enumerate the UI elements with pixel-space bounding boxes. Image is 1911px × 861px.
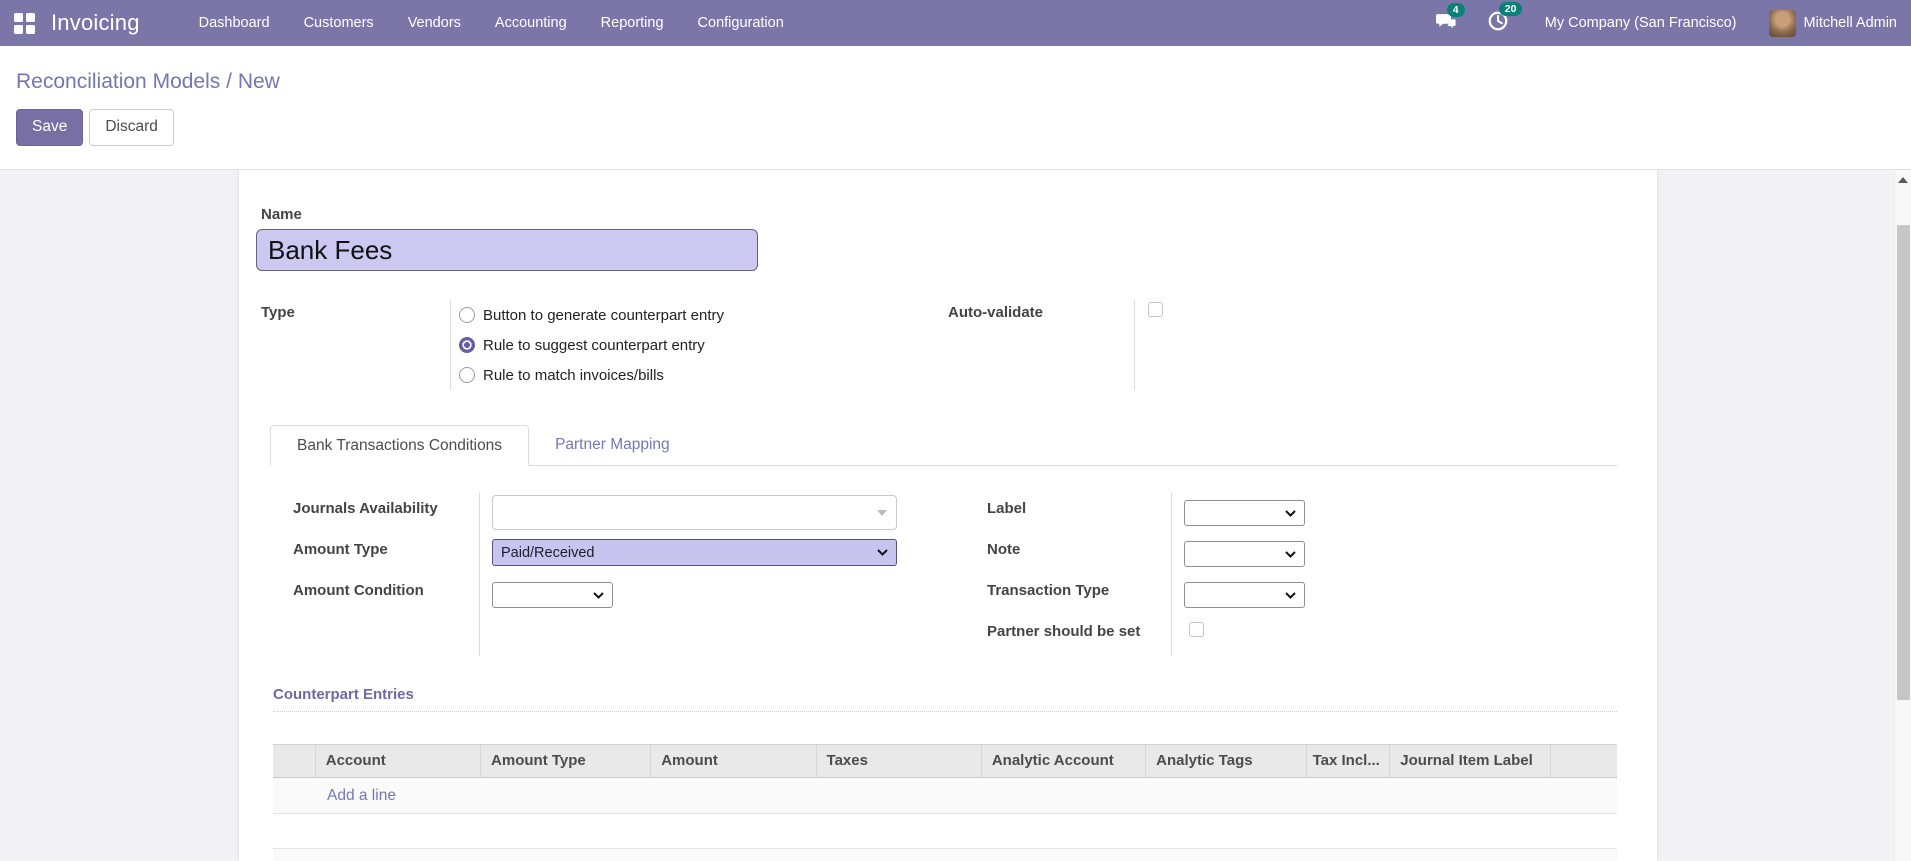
chevron-down-icon	[877, 549, 888, 556]
journals-availability-label: Journals Availability	[293, 500, 438, 517]
name-field-label: Name	[261, 206, 302, 223]
tab-partner-mapping[interactable]: Partner Mapping	[529, 425, 696, 465]
activities-badge: 20	[1498, 1, 1523, 16]
column-account[interactable]: Account	[316, 745, 482, 777]
label-select[interactable]	[1184, 500, 1305, 526]
partner-should-be-set-checkbox[interactable]	[1189, 622, 1204, 637]
dropdown-caret-icon	[877, 510, 887, 516]
user-avatar[interactable]	[1768, 9, 1796, 37]
counterpart-entries-heading: Counterpart Entries	[273, 686, 1617, 712]
chevron-down-icon	[593, 591, 604, 599]
column-journal-item-label[interactable]: Journal Item Label	[1390, 745, 1551, 777]
table-row	[273, 849, 1617, 861]
vertical-scrollbar[interactable]	[1894, 170, 1911, 861]
transaction-type-label: Transaction Type	[987, 582, 1110, 599]
name-input[interactable]: Bank Fees	[256, 229, 758, 271]
menu-dashboard[interactable]: Dashboard	[182, 2, 287, 44]
breadcrumb-current: New	[237, 70, 280, 93]
company-switcher[interactable]: My Company (San Francisco)	[1545, 15, 1737, 31]
radio-icon-selected[interactable]	[459, 337, 475, 353]
radio-rule-match-invoices[interactable]: Rule to match invoices/bills	[459, 360, 948, 390]
radio-icon[interactable]	[459, 307, 475, 323]
transaction-type-select[interactable]	[1184, 582, 1305, 608]
activities-clock-icon[interactable]: 20	[1487, 1, 1523, 37]
column-tax-included[interactable]: Tax Incl...	[1307, 745, 1391, 777]
notebook-tabs: Bank Transactions Conditions Partner Map…	[270, 425, 1617, 466]
amount-type-select[interactable]: Paid/Received	[492, 539, 897, 566]
column-analytic-account[interactable]: Analytic Account	[982, 745, 1147, 777]
table-row	[273, 814, 1617, 849]
top-menu: Dashboard Customers Vendors Accounting R…	[182, 2, 801, 44]
radio-rule-suggest-counterpart[interactable]: Rule to suggest counterpart entry	[459, 330, 948, 360]
apps-menu-icon[interactable]	[14, 12, 35, 34]
type-field-label: Type	[261, 304, 295, 321]
menu-reporting[interactable]: Reporting	[584, 2, 681, 44]
column-amount-type[interactable]: Amount Type	[481, 745, 652, 777]
column-amount[interactable]: Amount	[651, 745, 817, 777]
table-header-row: Account Amount Type Amount Taxes Analyti…	[273, 744, 1617, 778]
type-radio-group: Button to generate counterpart entry Rul…	[450, 300, 948, 390]
tab-bank-transactions-conditions[interactable]: Bank Transactions Conditions	[270, 425, 530, 466]
table-row: Add a line	[273, 778, 1617, 814]
radio-button-generate-counterpart[interactable]: Button to generate counterpart entry	[459, 300, 948, 330]
breadcrumb-parent[interactable]: Reconciliation Models	[16, 70, 220, 93]
user-menu[interactable]: Mitchell Admin	[1804, 15, 1897, 31]
auto-validate-checkbox[interactable]	[1148, 302, 1163, 317]
journals-availability-input[interactable]	[492, 495, 897, 530]
note-field-label: Note	[987, 541, 1021, 558]
messages-icon[interactable]: 4	[1435, 2, 1465, 36]
column-analytic-tags[interactable]: Analytic Tags	[1146, 745, 1307, 777]
form-sheet: Name Bank Fees Type Button to generate c…	[238, 170, 1658, 861]
menu-vendors[interactable]: Vendors	[391, 2, 478, 44]
discard-button[interactable]: Discard	[89, 109, 174, 146]
breadcrumb-separator: /	[226, 70, 232, 93]
column-taxes[interactable]: Taxes	[817, 745, 982, 777]
auto-validate-label: Auto-validate	[948, 304, 1044, 321]
name-input-value: Bank Fees	[268, 234, 393, 265]
messages-badge: 4	[1446, 2, 1465, 17]
counterpart-entries-table: Account Amount Type Amount Taxes Analyti…	[273, 744, 1617, 861]
amount-type-label: Amount Type	[293, 541, 388, 558]
amount-condition-label: Amount Condition	[293, 582, 424, 599]
amount-condition-select[interactable]	[492, 582, 613, 608]
scroll-up-arrow-icon[interactable]	[1898, 177, 1908, 183]
note-select[interactable]	[1184, 541, 1305, 567]
column-actions	[1551, 745, 1617, 777]
save-button[interactable]: Save	[16, 109, 84, 146]
menu-configuration[interactable]: Configuration	[681, 2, 801, 44]
control-panel: Reconciliation Models / New Save Discard	[0, 46, 1911, 170]
chevron-down-icon	[1285, 591, 1296, 599]
top-navbar: Invoicing Dashboard Customers Vendors Ac…	[0, 0, 1911, 46]
app-title[interactable]: Invoicing	[51, 10, 140, 36]
chevron-down-icon	[1285, 550, 1296, 558]
menu-accounting[interactable]: Accounting	[478, 2, 584, 44]
partner-should-be-set-label: Partner should be set	[987, 623, 1141, 640]
chevron-down-icon	[1285, 509, 1296, 517]
content-area: Name Bank Fees Type Button to generate c…	[0, 170, 1911, 861]
label-field-label: Label	[987, 500, 1027, 517]
scrollbar-thumb[interactable]	[1897, 225, 1910, 700]
radio-icon[interactable]	[459, 367, 475, 383]
add-a-line-link[interactable]: Add a line	[327, 787, 396, 805]
drag-handle-column	[273, 745, 316, 777]
breadcrumb: Reconciliation Models / New	[16, 70, 1895, 94]
menu-customers[interactable]: Customers	[287, 2, 391, 44]
